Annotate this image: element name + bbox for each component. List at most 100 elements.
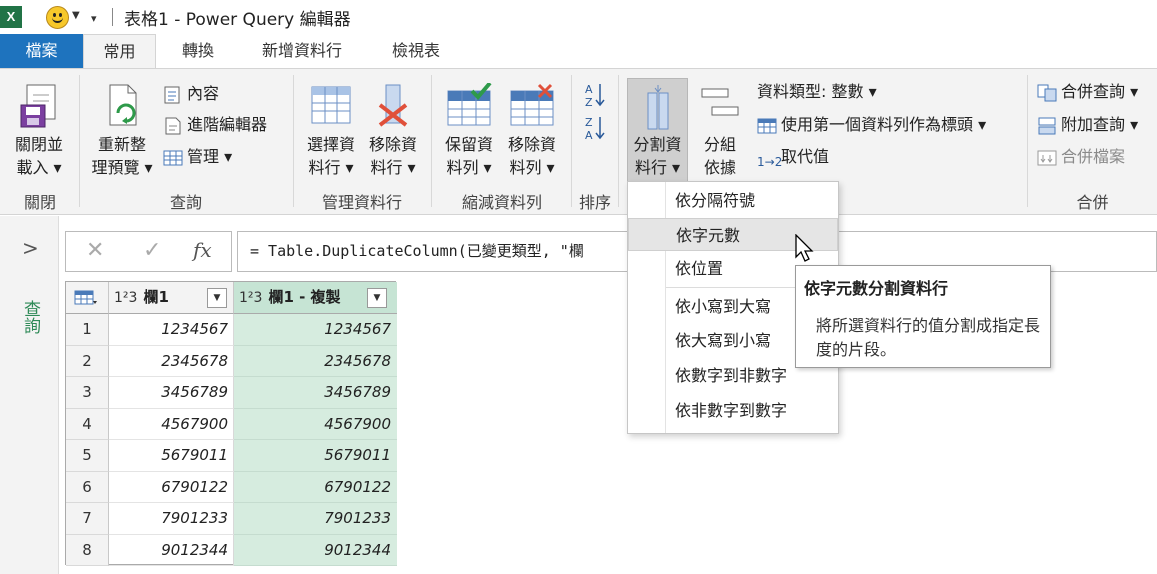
split-column-button[interactable]: 分割資 料行 ▾ — [627, 78, 688, 182]
cell-col1-copy[interactable]: 6790122 — [234, 471, 397, 503]
table-row[interactable]: 7 7901233 7901233 — [66, 503, 397, 535]
cell-col1[interactable]: 6790122 — [109, 471, 234, 503]
cell-col1[interactable]: 2345678 — [109, 345, 234, 377]
table-menu-button[interactable] — [66, 282, 109, 314]
menu-item-split-by-delimiter[interactable]: 依分隔符號 — [628, 184, 838, 217]
cell-col1-copy[interactable]: 9012344 — [234, 534, 397, 566]
refresh-icon — [109, 84, 137, 126]
manage-button[interactable]: 管理 ▾ — [163, 144, 232, 170]
column-filter-dropdown-icon[interactable]: ▼ — [367, 288, 387, 308]
tab-home[interactable]: 常用 — [83, 34, 156, 69]
tab-add-column[interactable]: 新增資料行 — [244, 34, 360, 68]
table-corner-icon — [74, 290, 97, 305]
cell-col1[interactable]: 4567900 — [109, 408, 234, 440]
column-header-col1-copy[interactable]: 1²3 欄1 - 複製 ▼ — [234, 282, 397, 314]
row-number[interactable]: 4 — [66, 408, 109, 440]
fx-icon[interactable]: fx — [193, 238, 212, 262]
row-number[interactable]: 3 — [66, 377, 109, 409]
cell-col1[interactable]: 3456789 — [109, 377, 234, 409]
whole-number-type-icon: 1²3 — [114, 290, 138, 306]
cell-col1[interactable]: 1234567 — [109, 314, 234, 346]
sort-descending-icon: ZA — [585, 116, 605, 142]
group-by-button[interactable]: 分組 依據 — [692, 77, 748, 181]
advanced-editor-button[interactable]: 進階編輯器 — [163, 112, 267, 138]
cell-col1-copy[interactable]: 7901233 — [234, 503, 397, 535]
queries-pane — [0, 216, 59, 574]
row-number[interactable]: 2 — [66, 345, 109, 377]
cell-col1[interactable]: 9012344 — [109, 534, 234, 566]
commit-formula-icon[interactable]: ✓ — [143, 238, 161, 263]
cell-col1[interactable]: 5679011 — [109, 440, 234, 472]
append-queries-icon — [1037, 117, 1057, 135]
table-row[interactable]: 8 9012344 9012344 — [66, 534, 397, 566]
refresh-preview-button[interactable]: 重新整 理預覽 ▾ — [86, 77, 158, 181]
mouse-cursor-icon — [795, 234, 814, 262]
group-label-manage-columns: 管理資料行 — [321, 193, 402, 212]
cell-col1-copy[interactable]: 5679011 — [234, 440, 397, 472]
group-label-sort: 排序 — [578, 193, 611, 212]
cell-col1-copy[interactable]: 3456789 — [234, 377, 397, 409]
tooltip-title: 依字元數分割資料行 — [804, 279, 949, 298]
table-row[interactable]: 3 3456789 3456789 — [66, 377, 397, 409]
use-first-row-as-headers-button[interactable]: 使用第一個資料列作為標頭 ▾ — [757, 112, 986, 138]
close-and-load-button[interactable]: 關閉並 載入 ▾ — [6, 77, 72, 181]
smiley-feedback-icon[interactable] — [46, 6, 69, 29]
row-number[interactable]: 6 — [66, 471, 109, 503]
data-type-dropdown[interactable]: 資料類型: 整數 ▾ — [757, 79, 877, 105]
expand-queries-chevron-icon[interactable]: > — [22, 236, 39, 260]
cell-col1-copy[interactable]: 2345678 — [234, 345, 397, 377]
table-row[interactable]: 1 1234567 1234567 — [66, 314, 397, 346]
sort-ascending-button[interactable]: AZ — [583, 81, 607, 109]
svg-text:A: A — [585, 129, 593, 142]
power-query-window: X ▼ ▾ 表格1 - Power Query 編輯器 檔案 常用 轉換 新增資… — [0, 0, 1157, 574]
excel-icon: X — [0, 6, 22, 28]
table-row[interactable]: 4 4567900 4567900 — [66, 408, 397, 440]
svg-text:A: A — [585, 83, 593, 96]
replace-values-button[interactable]: 1→2取代值 — [757, 144, 829, 170]
title-bar: X ▼ ▾ 表格1 - Power Query 編輯器 — [0, 0, 1157, 34]
keep-rows-button[interactable]: 保留資 料列 ▾ — [438, 77, 500, 181]
choose-columns-button[interactable]: 選擇資 料行 ▾ — [300, 77, 362, 181]
queries-pane-label[interactable]: 查詢 — [18, 300, 43, 334]
merge-queries-button[interactable]: 合併查詢 ▾ — [1037, 79, 1138, 105]
remove-rows-button[interactable]: 移除資 料列 ▾ — [501, 77, 563, 181]
cell-col1-copy[interactable]: 1234567 — [234, 314, 397, 346]
table-row[interactable]: 6 6790122 6790122 — [66, 471, 397, 503]
column-filter-dropdown-icon[interactable]: ▼ — [207, 288, 227, 308]
ribbon: 關閉並 載入 ▾ 關閉 重新整 理預覽 ▾ 內容 進階編輯器 管理 ▾ 查詢 選… — [0, 68, 1157, 215]
cell-col1[interactable]: 7901233 — [109, 503, 234, 535]
group-label-close: 關閉 — [23, 193, 56, 212]
append-queries-button[interactable]: 附加查詢 ▾ — [1037, 112, 1138, 138]
svg-text:Z: Z — [585, 96, 593, 109]
group-label-combine: 合併 — [1076, 193, 1109, 212]
combine-files-button[interactable]: 合併檔案 — [1037, 144, 1125, 170]
properties-button[interactable]: 內容 — [163, 81, 219, 107]
group-label-reduce-rows: 縮減資料列 — [461, 193, 542, 212]
tab-transform[interactable]: 轉換 — [166, 34, 230, 68]
feedback-dropdown-icon[interactable]: ▼ — [72, 10, 80, 21]
choose-columns-icon — [311, 86, 351, 124]
table-header-icon — [757, 117, 777, 135]
row-number[interactable]: 8 — [66, 534, 109, 566]
row-number[interactable]: 5 — [66, 440, 109, 472]
remove-rows-icon — [510, 83, 554, 126]
menu-item-split-by-non-digit-to-digit[interactable]: 依非數字到數字 — [628, 394, 838, 427]
row-number[interactable]: 7 — [66, 503, 109, 535]
sort-ascending-icon: AZ — [585, 83, 605, 109]
sort-descending-button[interactable]: ZA — [583, 114, 607, 142]
cell-col1-copy[interactable]: 4567900 — [234, 408, 397, 440]
customize-toolbar-icon[interactable]: ▾ — [91, 12, 97, 25]
split-by-characters-tooltip: 依字元數分割資料行 將所選資料行的值分割成指定長度的片段。 — [795, 265, 1051, 368]
cancel-formula-icon[interactable]: ✕ — [86, 238, 104, 263]
merge-queries-icon — [1037, 84, 1057, 102]
remove-columns-icon — [378, 84, 408, 127]
remove-columns-button[interactable]: 移除資 料行 ▾ — [362, 77, 424, 181]
table-row[interactable]: 5 5679011 5679011 — [66, 440, 397, 472]
row-number[interactable]: 1 — [66, 314, 109, 346]
column-header-col1[interactable]: 1²3 欄1 ▼ — [109, 282, 234, 314]
tab-file[interactable]: 檔案 — [0, 34, 83, 68]
tab-view[interactable]: 檢視表 — [376, 34, 456, 68]
table-row[interactable]: 2 2345678 2345678 — [66, 345, 397, 377]
close-and-load-icon — [20, 84, 56, 128]
ribbon-tabs: 檔案 常用 轉換 新增資料行 檢視表 — [0, 34, 1157, 69]
